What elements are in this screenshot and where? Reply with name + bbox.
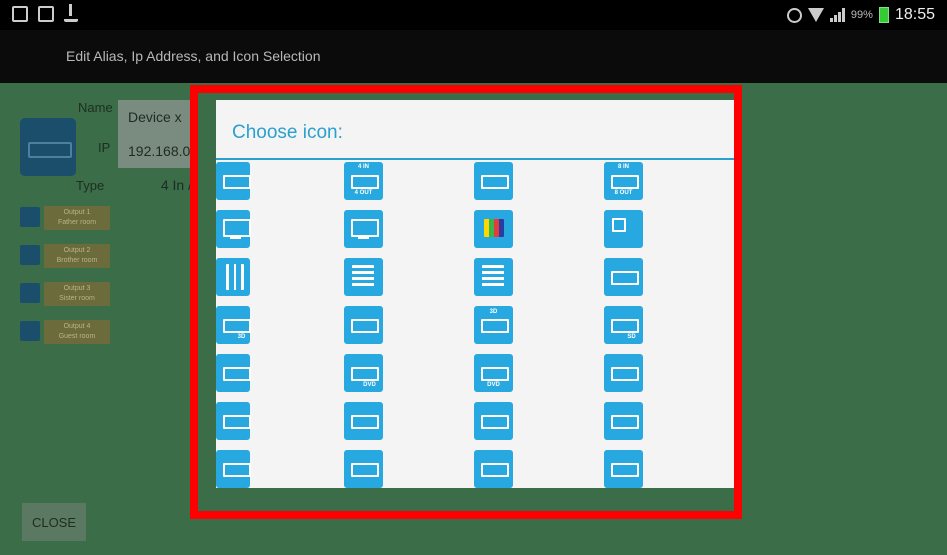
output-row[interactable]: Output 3 Sister room <box>20 282 112 306</box>
media-player-icon[interactable] <box>344 402 383 440</box>
battery-percent: 99% <box>850 9 873 21</box>
output-label: Output 1 Father room <box>44 206 110 230</box>
output-checkbox[interactable] <box>20 207 40 227</box>
close-button[interactable]: CLOSE <box>22 503 86 541</box>
download-icon <box>64 4 78 22</box>
3d-player-icon[interactable]: 3D <box>216 306 251 344</box>
alarm-icon <box>786 7 802 23</box>
highway-icon[interactable] <box>216 258 250 296</box>
device-box-icon[interactable] <box>604 258 643 296</box>
dual-deck-icon[interactable] <box>344 306 383 344</box>
sd-player-icon[interactable]: SD <box>604 306 643 344</box>
amplifier-icon[interactable] <box>604 450 643 488</box>
blu-ray-icon[interactable] <box>604 354 643 392</box>
clock: 18:55 <box>894 6 935 23</box>
output-label: Output 2 Brother room <box>44 244 110 268</box>
icon-grid: 4 IN 4 OUT 8 IN 8 OUT 3D 3D SD DVD DVD <box>216 162 734 488</box>
page-title: Edit Alias, Ip Address, and Icon Selecti… <box>66 48 321 64</box>
dialog-divider <box>216 158 734 160</box>
grid-panel-icon[interactable] <box>344 258 383 296</box>
antenna-icon[interactable] <box>474 402 513 440</box>
notification-icons <box>12 4 78 22</box>
output-row[interactable]: Output 4 Guest room <box>20 320 112 344</box>
switch-icon[interactable] <box>216 162 251 200</box>
device-icon[interactable] <box>20 118 76 176</box>
tv-icon[interactable] <box>216 210 251 248</box>
set-top-box-icon[interactable] <box>216 402 251 440</box>
remote-icon[interactable] <box>216 450 251 488</box>
remote-device-icon[interactable] <box>344 450 383 488</box>
name-label: Name <box>78 100 113 115</box>
status-indicators: 99% 18:55 <box>786 6 935 24</box>
output-checkbox[interactable] <box>20 245 40 265</box>
type-value: 4 In / <box>160 177 192 193</box>
console-icon[interactable] <box>474 450 513 488</box>
signal-icon <box>829 8 845 22</box>
hd-tv-icon[interactable] <box>344 210 383 248</box>
dvd-recorder-icon[interactable]: DVD <box>474 354 513 392</box>
receiver-icon[interactable] <box>474 162 513 200</box>
satellite-dish-icon[interactable] <box>604 402 643 440</box>
color-bars-icon[interactable] <box>474 210 513 248</box>
output-row[interactable]: Output 1 Father room <box>20 206 112 230</box>
battery-icon <box>878 7 889 23</box>
output-checkbox[interactable] <box>20 283 40 303</box>
ip-field[interactable]: 192.168.0.2 <box>118 134 198 168</box>
ip-label: IP <box>98 140 111 155</box>
video-wall-icon[interactable] <box>474 258 513 296</box>
output-checkbox[interactable] <box>20 321 40 341</box>
choose-icon-dialog: Choose icon: 4 IN 4 OUT 8 IN 8 OUT 3D 3D <box>216 100 734 488</box>
matrix-4x4-icon[interactable]: 4 IN 4 OUT <box>344 162 383 200</box>
matrix-8x8-icon[interactable]: 8 IN 8 OUT <box>604 162 643 200</box>
satellite-icon[interactable] <box>216 354 251 392</box>
output-label: Output 4 Guest room <box>44 320 110 344</box>
wifi-icon <box>807 8 824 22</box>
alias-field[interactable]: Device x <box>118 100 198 134</box>
status-bar: 99% 18:55 <box>0 0 947 30</box>
app-header: Edit Alias, Ip Address, and Icon Selecti… <box>0 30 947 83</box>
3d-glasses-icon[interactable]: 3D <box>474 306 513 344</box>
output-row[interactable]: Output 2 Brother room <box>20 244 112 268</box>
abcd-icon[interactable] <box>604 210 643 248</box>
type-label: Type <box>76 178 105 193</box>
output-label: Output 3 Sister room <box>44 282 110 306</box>
notification-icon <box>12 6 28 22</box>
dialog-title: Choose icon: <box>232 122 343 143</box>
dvd-player-icon[interactable]: DVD <box>344 354 383 392</box>
image-icon <box>38 6 54 22</box>
